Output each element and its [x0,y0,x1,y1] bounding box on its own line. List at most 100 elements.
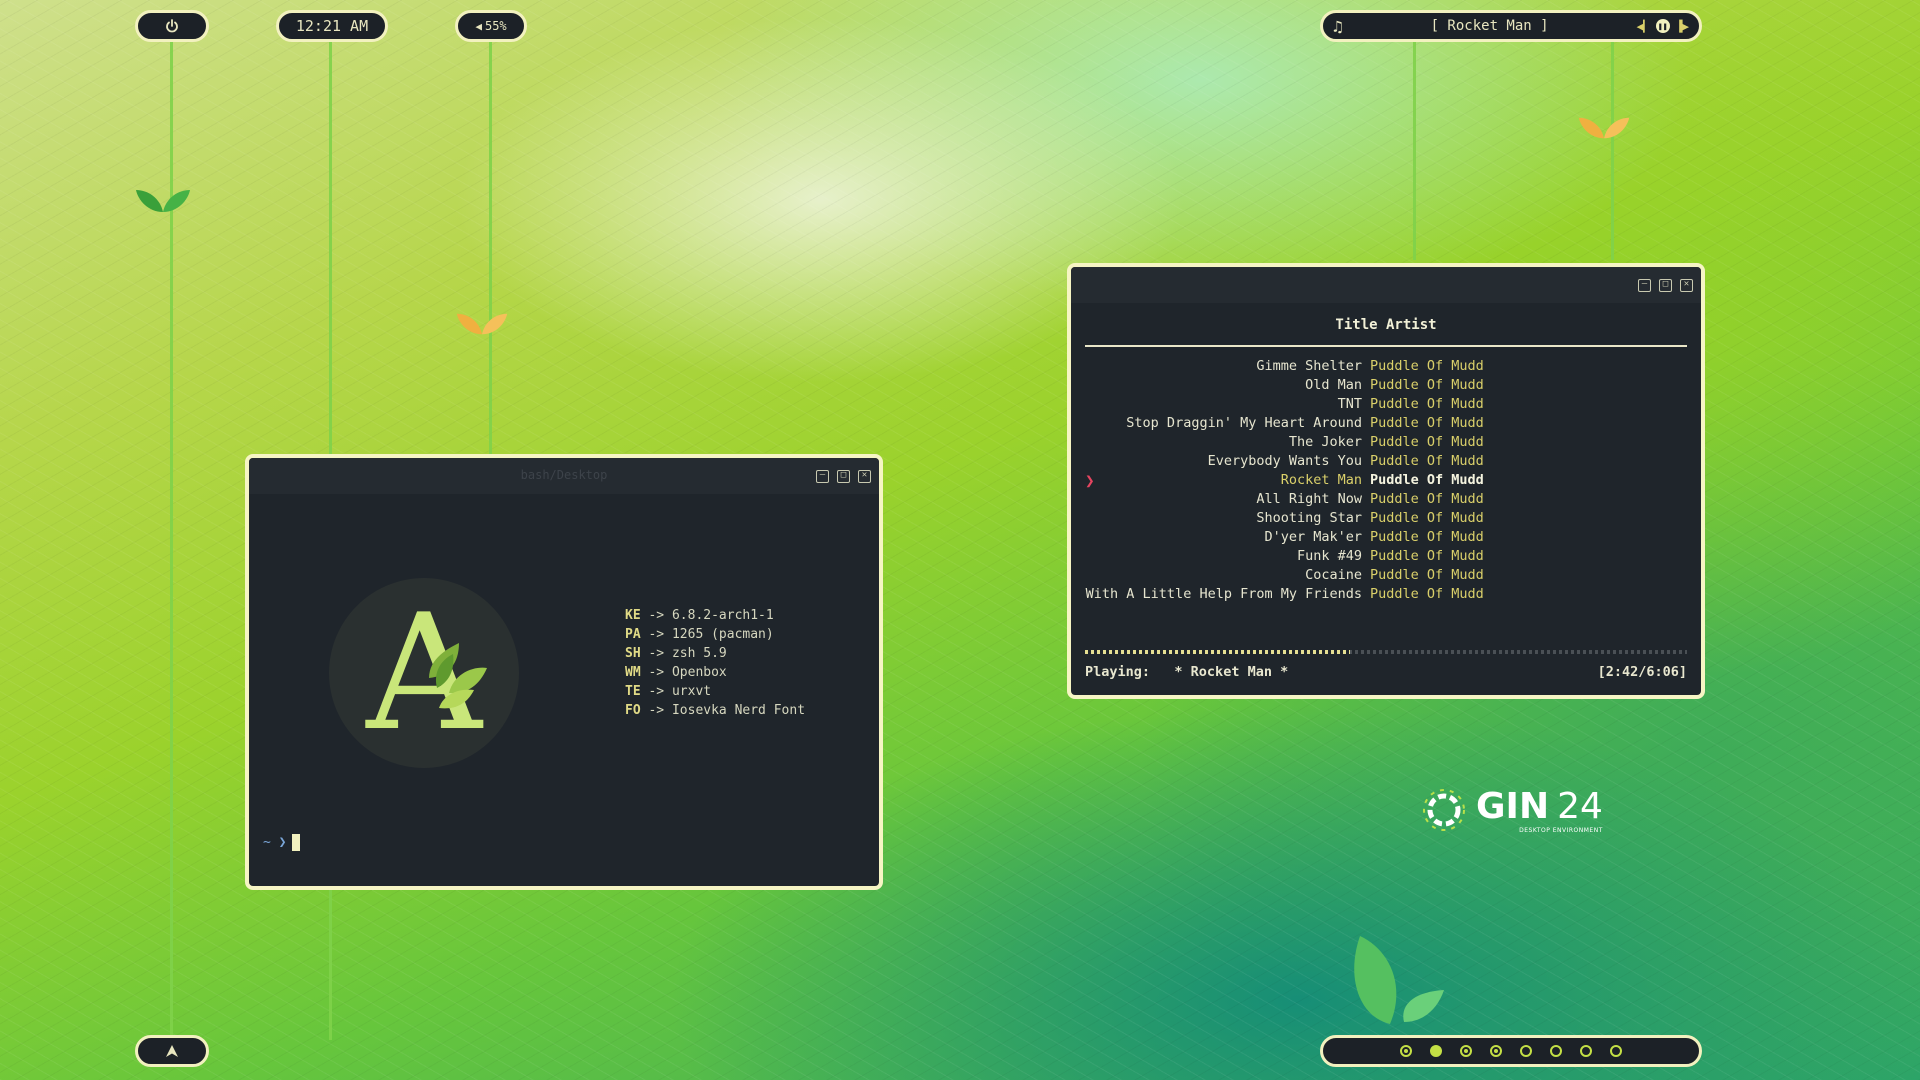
track-title: D'yer Mak'er [1264,529,1362,545]
system-info: KE -> 6.8.2-arch1-1 PA -> 1265 (pacman) … [625,606,805,720]
track-artist: Puddle Of Mudd [1370,586,1484,602]
track-artist: Puddle Of Mudd [1370,453,1484,469]
current-track-caret-icon: ❯ [1085,471,1095,490]
workspace-dot-7[interactable] [1580,1045,1592,1057]
track-title: Stop Draggin' My Heart Around [1126,415,1362,431]
clock-widget[interactable]: 12:21 AM [276,10,388,42]
brand-name: GIN [1476,786,1550,827]
terminal-window[interactable]: bash/Desktop – □ ✕ A KE -> 6.8.2-arch1-1… [245,454,883,890]
track-artist: Puddle Of Mudd [1370,415,1484,431]
track-row[interactable]: Shooting Star Puddle Of Mudd [1071,509,1701,528]
player-titlebar[interactable]: – □ ✕ [1071,267,1701,303]
track-artist: Puddle Of Mudd [1370,529,1484,545]
track-title: The Joker [1288,434,1362,450]
track-title: Gimme Shelter [1256,358,1362,374]
power-button[interactable] [135,10,209,42]
music-player-window[interactable]: – □ ✕ Title Artist Gimme Shelter Puddle O… [1067,263,1705,699]
prompt-symbol: ~ ❯ [263,835,287,850]
track-row[interactable]: With A Little Help From My Friends Puddle… [1071,585,1701,604]
track-row[interactable]: TNT Puddle Of Mudd [1071,395,1701,414]
track-row[interactable]: ❯ Rocket Man Puddle Of Mudd [1071,471,1701,490]
workspace-dot-3[interactable] [1460,1045,1472,1057]
track-title: Rocket Man [1280,472,1362,488]
playback-time: [2:42/6:06] [1597,664,1687,680]
info-line: KE -> 6.8.2-arch1-1 [625,608,774,623]
close-icon[interactable]: ✕ [1680,278,1693,292]
music-bar[interactable]: ♫ [ Rocket Man ] ◀▎ ❚❚ ▐▶ [1320,10,1702,42]
clock-time: 12:21 AM [295,17,369,35]
info-line: TE -> urxvt [625,684,712,699]
leaf-cluster-icon [429,643,487,709]
track-artist: Puddle Of Mudd [1370,567,1484,583]
leaf-icon [456,313,508,335]
track-title: Old Man [1305,377,1362,393]
track-artist: Puddle Of Mudd [1370,491,1484,507]
track-row[interactable]: The Joker Puddle Of Mudd [1071,433,1701,452]
sun-ring-icon [1423,789,1465,831]
terminal-titlebar[interactable]: bash/Desktop – □ ✕ [249,458,879,494]
header-divider [1085,345,1687,347]
track-title: Cocaine [1305,567,1362,583]
workspace-dot-8[interactable] [1610,1045,1622,1057]
track-title: All Right Now [1256,491,1362,507]
track-artist: Puddle Of Mudd [1370,472,1484,488]
info-line: SH -> zsh 5.9 [625,646,727,661]
track-row[interactable]: D'yer Mak'er Puddle Of Mudd [1071,528,1701,547]
workspace-switcher[interactable] [1320,1035,1702,1067]
music-bar-title: [ Rocket Man ] [1430,18,1549,34]
track-artist: Puddle Of Mudd [1370,377,1484,393]
workspace-dot-6[interactable] [1550,1045,1562,1057]
track-artist: Puddle Of Mudd [1370,510,1484,526]
playing-title: * Rocket Man * [1174,664,1289,680]
speaker-icon: ◀ [475,19,482,33]
track-row[interactable]: Gimme Shelter Puddle Of Mudd [1071,357,1701,376]
app-launcher-button[interactable] [135,1035,209,1067]
next-track-icon[interactable]: ▐▶ [1676,20,1689,33]
workspace-dot-5[interactable] [1520,1045,1532,1057]
workspace-dot-1[interactable] [1400,1045,1412,1057]
info-line: FO -> Iosevka Nerd Font [625,703,806,718]
terminal-title: bash/Desktop [520,468,608,482]
track-title: With A Little Help From My Friends [1085,586,1362,602]
power-icon [166,19,178,33]
track-row[interactable]: All Right Now Puddle Of Mudd [1071,490,1701,509]
track-title: Everybody Wants You [1207,453,1362,469]
workspace-dot-4[interactable] [1490,1045,1502,1057]
progress-bar[interactable] [1085,650,1687,654]
track-title: Shooting Star [1256,510,1362,526]
workspace-dot-2[interactable] [1430,1045,1442,1057]
track-row[interactable]: Old Man Puddle Of Mudd [1071,376,1701,395]
track-artist: Puddle Of Mudd [1370,434,1484,450]
text-cursor [292,834,301,851]
previous-track-icon[interactable]: ◀▎ [1637,20,1650,33]
volume-widget[interactable]: ◀ 55% [455,10,527,42]
brand-logo: GIN 24 DESKTOP ENVIRONMENT [1420,786,1603,834]
brand-version: 24 [1557,786,1603,827]
track-artist: Puddle Of Mudd [1370,396,1484,412]
minimize-icon[interactable]: – [1638,278,1651,292]
pause-icon[interactable]: ❚❚ [1655,19,1670,33]
leaf-icon [1354,936,1444,1024]
track-row[interactable]: Stop Draggin' My Heart Around Puddle Of M… [1071,414,1701,433]
playing-label: Playing: [1085,664,1151,680]
track-row[interactable]: Everybody Wants You Puddle Of Mudd [1071,452,1701,471]
maximize-icon[interactable]: □ [1659,278,1672,292]
playlist-header: Title Artist [1335,317,1437,333]
hanging-line [1413,40,1416,260]
hanging-line [1611,40,1614,260]
track-row[interactable]: Funk #49 Puddle Of Mudd [1071,547,1701,566]
track-title: TNT [1337,396,1362,412]
info-line: PA -> 1265 (pacman) [625,627,774,642]
distro-logo: A [329,578,519,768]
playback-status: Playing: * Rocket Man * [2:42/6:06] [1085,664,1687,680]
track-artist: Puddle Of Mudd [1370,358,1484,374]
track-row[interactable]: Cocaine Puddle Of Mudd [1071,566,1701,585]
volume-label: 55% [484,19,507,33]
music-controls: ◀▎ ❚❚ ▐▶ [1637,19,1689,33]
track-artist: Puddle Of Mudd [1370,548,1484,564]
shell-prompt[interactable]: ~ ❯ [263,834,301,851]
arch-logo-icon [166,1045,178,1057]
playlist: Gimme Shelter Puddle Of Mudd Old Man Puddle… [1071,357,1701,604]
progress-fill [1085,650,1350,654]
info-line: WM -> Openbox [625,665,727,680]
